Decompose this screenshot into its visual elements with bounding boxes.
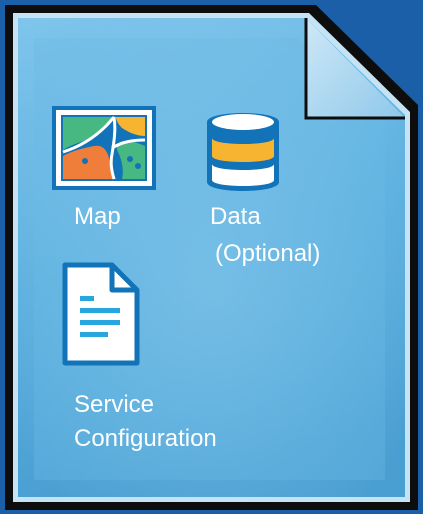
map-icon (52, 106, 156, 190)
document-icon (62, 262, 140, 366)
database-icon (203, 106, 283, 198)
configuration-label: Configuration (74, 425, 217, 452)
map-label: Map (74, 203, 121, 230)
data-label: Data (210, 203, 261, 230)
service-label: Service (74, 391, 155, 418)
optional-label: (Optional) (215, 240, 321, 267)
